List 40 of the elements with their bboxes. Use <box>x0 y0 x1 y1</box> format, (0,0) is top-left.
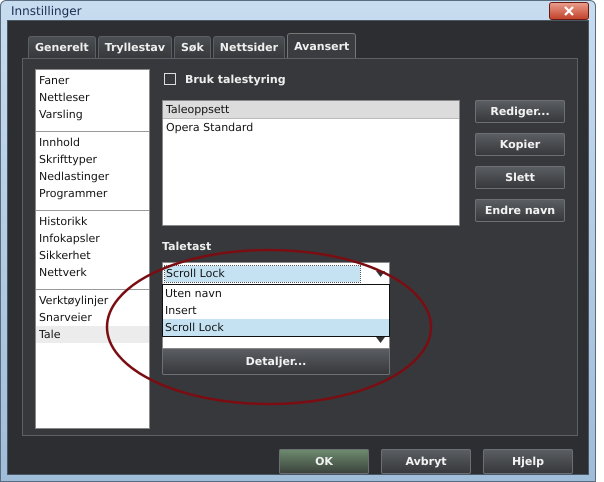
action-button[interactable]: Rediger... <box>475 100 565 123</box>
action-button[interactable]: Endre navn <box>475 199 565 222</box>
category-item[interactable]: Infokapsler <box>36 230 149 247</box>
details-button[interactable]: Detaljer... <box>162 348 390 375</box>
category-item[interactable]: Sikkerhet <box>36 247 149 264</box>
dropdown-option[interactable]: Scroll Lock <box>163 319 389 336</box>
close-button[interactable] <box>549 2 589 20</box>
action-button[interactable]: Slett <box>475 166 565 189</box>
category-item[interactable]: Snarveier <box>36 309 149 326</box>
category-item[interactable]: Programmer <box>36 185 149 202</box>
dialog-button[interactable]: Hjelp <box>483 449 573 474</box>
category-item[interactable]: Faner <box>36 72 149 89</box>
list-item[interactable]: Opera Standard <box>163 119 459 136</box>
tab[interactable]: Tryllestav <box>98 36 172 58</box>
window-title: Innstillinger <box>10 4 82 18</box>
category-item[interactable]: Varsling <box>36 106 149 123</box>
dropdown-option[interactable]: Insert <box>163 302 389 319</box>
dialog-button[interactable]: Avbryt <box>381 449 471 474</box>
hotkey-dropdown[interactable]: Scroll Lock <box>162 262 390 285</box>
close-icon <box>562 6 576 16</box>
dropdown-option[interactable]: Uten navn <box>163 285 389 302</box>
category-item[interactable]: Tale <box>36 326 149 343</box>
category-item[interactable]: Historikk <box>36 213 149 230</box>
section-label: Taletast <box>162 240 212 254</box>
action-button[interactable]: Kopier <box>475 133 565 156</box>
category-item[interactable]: Innhold <box>36 134 149 151</box>
tab[interactable]: Søk <box>174 36 211 58</box>
category-item[interactable]: Skrifttyper <box>36 151 149 168</box>
tab[interactable]: Avansert <box>287 33 356 58</box>
caret-icon <box>376 270 385 276</box>
category-item[interactable]: Nettleser <box>36 89 149 106</box>
category-item[interactable]: Nedlastinger <box>36 168 149 185</box>
list-header: Taleoppsett <box>163 101 459 119</box>
category-item[interactable]: Nettverk <box>36 264 149 281</box>
checkbox[interactable] <box>164 73 176 85</box>
checkbox-label: Bruk talestyring <box>185 72 286 86</box>
tab[interactable]: Generelt <box>28 36 96 58</box>
tab[interactable]: Nettsider <box>212 36 286 58</box>
category-item[interactable]: Verktøylinjer <box>36 292 149 309</box>
dialog-button[interactable]: OK <box>279 449 369 474</box>
